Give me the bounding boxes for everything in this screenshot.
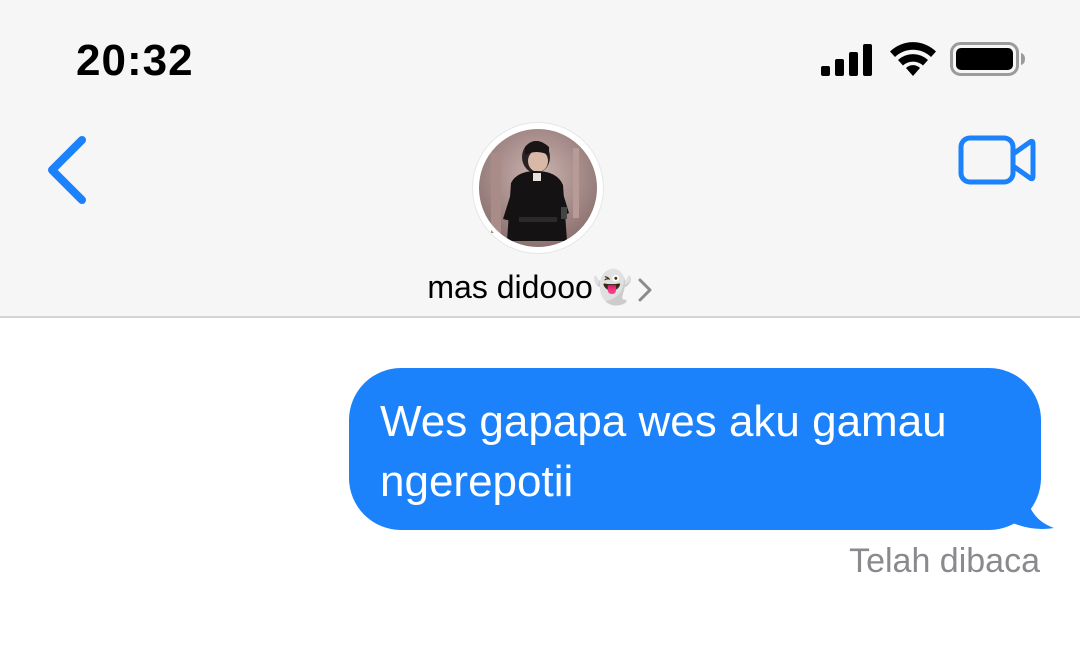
message-text: Wes gapapa wes aku gamau ngerepotii: [380, 397, 947, 506]
messages-screen: 20:32 mas didooo👻 Wes gapapa wes aku gam…: [0, 0, 1080, 665]
status-time: 20:32: [76, 36, 194, 85]
video-camera-icon: [958, 135, 1036, 185]
wifi-icon: [890, 42, 936, 76]
outgoing-message-bubble[interactable]: Wes gapapa wes aku gamau ngerepotii: [349, 368, 1041, 530]
cellular-signal-icon: [821, 44, 872, 76]
contact-header[interactable]: mas didooo👻: [400, 120, 680, 310]
contact-name-row: mas didooo👻: [400, 268, 680, 306]
read-receipt: Telah dibaca: [849, 542, 1040, 580]
avatar-photo: [475, 125, 601, 251]
status-bar: 20:32: [0, 0, 1080, 110]
chevron-left-icon: [48, 136, 86, 204]
contact-name: mas didooo👻: [427, 269, 633, 305]
back-button[interactable]: [36, 128, 100, 212]
avatar: [473, 123, 603, 253]
video-call-button[interactable]: [955, 132, 1039, 190]
conversation-header: 20:32 mas didooo👻: [0, 0, 1080, 318]
chevron-right-icon: [638, 278, 652, 302]
battery-icon: [950, 42, 1025, 76]
